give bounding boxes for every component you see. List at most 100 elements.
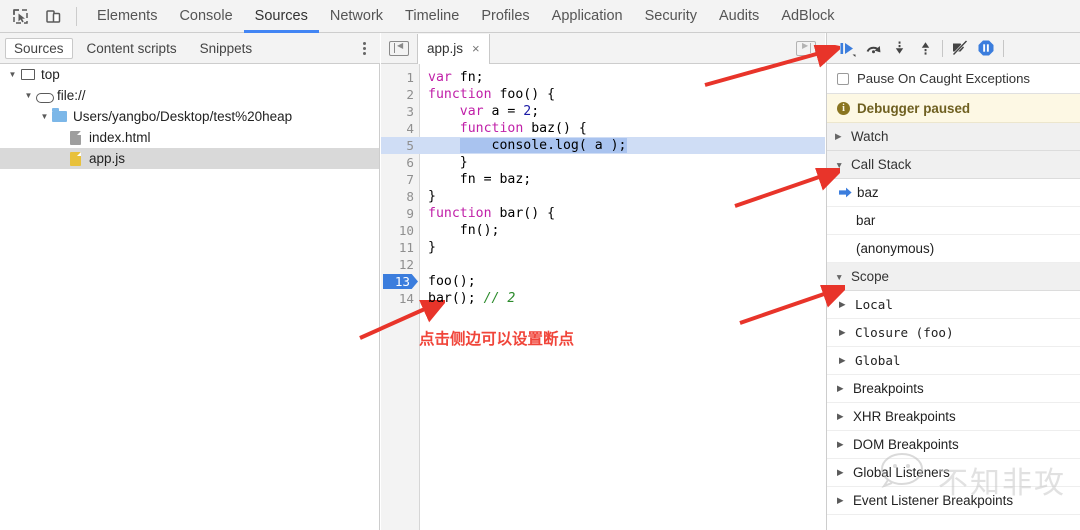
navigator-tabbar: Sources Content scripts Snippets (0, 33, 380, 64)
panel-tab-adblock[interactable]: AdBlock (770, 0, 845, 33)
panel-tab-elements[interactable]: Elements (86, 0, 168, 33)
toolbar-divider (76, 6, 77, 26)
chevron-right-icon: ▶ (837, 411, 844, 421)
chevron-right-icon[interactable]: ▶ (839, 355, 848, 366)
line-number[interactable]: 6 (381, 154, 414, 171)
section-header-xhr-breakpoints[interactable]: ▶ XHR Breakpoints (827, 403, 1080, 431)
section-header-call-stack[interactable]: ▼ Call Stack (827, 151, 1080, 179)
panel-tab-timeline[interactable]: Timeline (394, 0, 470, 33)
pause-on-caught-exceptions-row[interactable]: Pause On Caught Exceptions (827, 64, 1080, 94)
panel-tab-network[interactable]: Network (319, 0, 394, 33)
section-header-global-listeners[interactable]: ▶ Global Listeners (827, 459, 1080, 487)
tree-node-folder[interactable]: Users/yangbo/Desktop/test%20heap (0, 106, 379, 127)
more-options-icon[interactable] (363, 41, 366, 55)
tree-node-label: file:// (57, 88, 86, 103)
section-header-scope[interactable]: ▼ Scope (827, 263, 1080, 291)
scope-item-local[interactable]: ▶ Local (827, 291, 1080, 319)
editor-file-tab-app-js[interactable]: app.js × (417, 33, 490, 65)
section-header-event-listener-breakpoints[interactable]: ▶ Event Listener Breakpoints (827, 487, 1080, 515)
tree-node-index-html[interactable]: index.html (0, 127, 379, 148)
expand-arrow-icon[interactable] (22, 91, 35, 100)
navigator-tab-content-scripts[interactable]: Content scripts (78, 38, 186, 59)
chevron-right-icon: ▶ (837, 495, 844, 505)
panel-tab-audits[interactable]: Audits (708, 0, 770, 33)
code-line-4: 4 function baz() { (381, 120, 825, 137)
show-navigator-icon[interactable] (389, 40, 409, 56)
code-editor[interactable]: 1 var fn; 2 function foo() { 3 var a = 2… (381, 64, 825, 530)
call-stack-frame-bar[interactable]: bar (827, 207, 1080, 235)
code-line-5-execution: 5 console.log( a ); (381, 137, 825, 154)
panel-tab-profiles[interactable]: Profiles (470, 0, 540, 33)
frame-icon (19, 67, 36, 82)
scope-item-closure-foo[interactable]: ▶ Closure (foo) (827, 319, 1080, 347)
call-stack-frame-label: baz (857, 185, 879, 200)
debugger-status-label: Debugger paused (857, 100, 971, 116)
line-number[interactable]: 10 (381, 222, 414, 239)
panel-tab-sources[interactable]: Sources (244, 0, 319, 33)
line-number[interactable]: 9 (381, 205, 414, 222)
call-stack-frame-baz[interactable]: baz (827, 179, 1080, 207)
tree-node-top[interactable]: top (0, 64, 379, 85)
section-header-breakpoints[interactable]: ▶ Breakpoints (827, 375, 1080, 403)
navigator-tab-sources[interactable]: Sources (5, 37, 73, 59)
line-number[interactable]: 7 (381, 171, 414, 188)
info-icon: i (837, 101, 850, 115)
panel-tab-security[interactable]: Security (634, 0, 708, 33)
section-label: Scope (851, 269, 889, 284)
close-icon[interactable]: × (472, 41, 480, 56)
scope-item-global[interactable]: ▶ Global (827, 347, 1080, 375)
line-number[interactable]: 8 (381, 188, 414, 205)
inspect-element-icon[interactable] (7, 4, 33, 28)
tree-node-file-protocol[interactable]: file:// (0, 85, 379, 106)
step-into-button[interactable] (886, 35, 912, 61)
chevron-right-icon[interactable]: ▶ (839, 299, 848, 310)
folder-icon (51, 108, 68, 124)
current-frame-arrow-icon (839, 187, 853, 198)
step-over-button[interactable] (860, 35, 886, 61)
cloud-icon (35, 88, 54, 103)
line-number[interactable]: 3 (381, 103, 414, 120)
debugger-paused-banner: i Debugger paused (827, 94, 1080, 123)
panel-tab-application[interactable]: Application (541, 0, 634, 33)
tree-node-app-js[interactable]: app.js (0, 148, 379, 169)
expand-arrow-icon[interactable] (38, 112, 51, 121)
step-out-button[interactable] (912, 35, 938, 61)
section-label: Watch (851, 129, 889, 144)
breakpoint-marker-icon[interactable]: 13 (383, 274, 418, 289)
device-toolbar-icon[interactable] (40, 4, 66, 28)
section-header-watch[interactable]: ▶ Watch (827, 123, 1080, 151)
code-line-10: 10 fn(); (381, 222, 825, 239)
code-line-8: 8 } (381, 188, 825, 205)
expand-arrow-icon[interactable] (6, 70, 19, 79)
panel-tab-console[interactable]: Console (168, 0, 243, 33)
resume-script-execution-button[interactable] (834, 35, 860, 61)
section-label: Global Listeners (853, 465, 950, 480)
line-number[interactable]: 1 (381, 69, 414, 86)
code-line-7: 7 fn = baz; (381, 171, 825, 188)
section-header-dom-breakpoints[interactable]: ▶ DOM Breakpoints (827, 431, 1080, 459)
section-label: Call Stack (851, 157, 912, 172)
chevron-right-icon: ▶ (837, 439, 844, 449)
devtools-main-toolbar: Elements Console Sources Network Timelin… (0, 0, 1080, 33)
code-line-14: 14 bar(); // 2 (381, 290, 825, 307)
call-stack-frame-anonymous[interactable]: (anonymous) (827, 235, 1080, 263)
line-number[interactable]: 12 (381, 256, 414, 273)
chevron-right-icon[interactable]: ▶ (839, 327, 848, 338)
code-line-6: 6 } (381, 154, 825, 171)
code-text: } (428, 155, 468, 170)
line-number[interactable]: 2 (381, 86, 414, 103)
code-line-12: 12 (381, 256, 825, 273)
line-number[interactable]: 4 (381, 120, 414, 137)
show-debugger-icon[interactable] (796, 40, 816, 56)
deactivate-breakpoints-button[interactable] (947, 35, 973, 61)
pause-on-exceptions-button[interactable] (973, 35, 999, 61)
line-number[interactable]: 5 (381, 137, 414, 154)
line-number[interactable]: 14 (381, 290, 414, 307)
code-text: var fn; (428, 70, 484, 85)
line-number[interactable]: 11 (381, 239, 414, 256)
pause-on-caught-exceptions-checkbox[interactable] (837, 72, 849, 85)
navigator-tab-snippets[interactable]: Snippets (191, 38, 262, 59)
chevron-right-icon: ▶ (835, 131, 842, 141)
editor-tabbar: app.js × (381, 33, 825, 65)
section-label: Breakpoints (853, 381, 924, 396)
